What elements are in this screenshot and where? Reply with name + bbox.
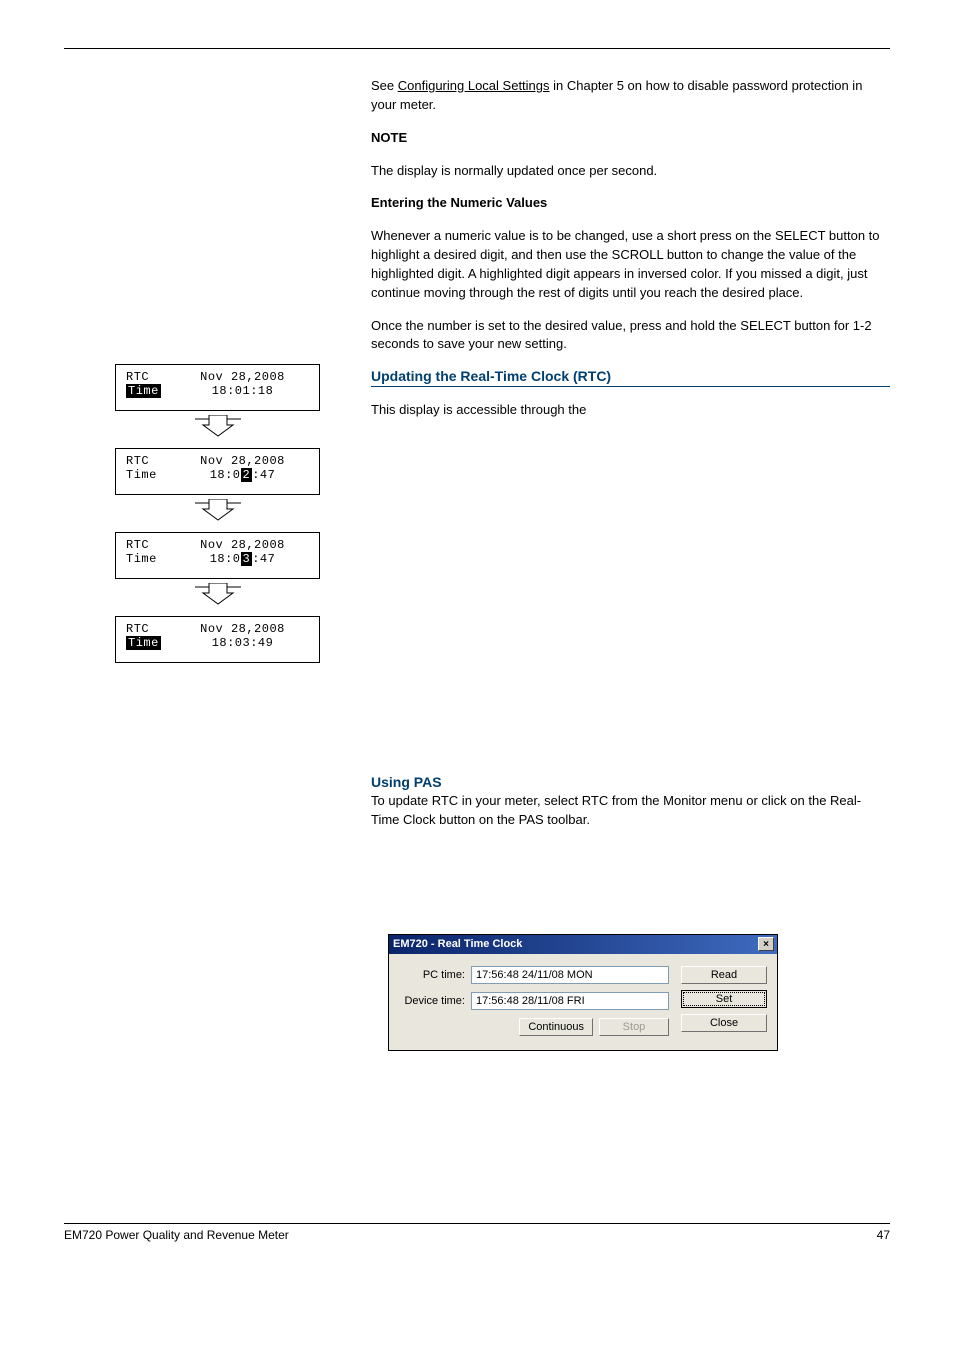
entering-title: Entering the Numeric Values	[371, 194, 890, 213]
entering-last: Once the number is set to the desired va…	[371, 317, 890, 355]
footer-page: 47	[877, 1228, 890, 1242]
close-icon[interactable]: ×	[758, 937, 774, 951]
rtc-line1: This display is accessible through the	[371, 401, 890, 420]
dialog-titlebar: EM720 - Real Time Clock ×	[389, 935, 777, 954]
device-time-label: Device time:	[399, 995, 471, 1007]
rtc-heading: Updating the Real-Time Clock (RTC)	[371, 368, 890, 384]
lcd-4: RTCNov 28,2008 Time18:03:49	[115, 616, 320, 663]
close-button[interactable]: Close	[681, 1014, 767, 1032]
pas-heading: Using PAS	[371, 774, 883, 790]
arrow-2	[115, 495, 320, 532]
device-time-value: 17:56:48 28/11/08 FRI	[471, 992, 669, 1010]
paragraph-see-local: See Configuring Local Settings in Chapte…	[371, 77, 890, 115]
note-body: The display is normally updated once per…	[371, 162, 890, 181]
dialog-title: EM720 - Real Time Clock	[393, 938, 758, 950]
arrow-3	[115, 579, 320, 616]
page-rule	[64, 48, 890, 49]
set-button[interactable]: Set	[681, 990, 767, 1008]
pas-body: To update RTC in your meter, select RTC …	[371, 792, 883, 830]
read-button[interactable]: Read	[681, 966, 767, 984]
rtc-heading-rule	[371, 386, 890, 387]
footer-rule	[64, 1223, 890, 1224]
lcd-sequence: RTCNov 28,2008 Time18:01:18 RTCNov 28,20…	[115, 364, 320, 663]
rtc-dialog: EM720 - Real Time Clock × PC time: 17:56…	[388, 934, 778, 1051]
arrow-1	[115, 411, 320, 448]
stop-button[interactable]: Stop	[599, 1018, 669, 1036]
lcd-1: RTCNov 28,2008 Time18:01:18	[115, 364, 320, 411]
lcd-3: RTCNov 28,2008 Time18:03:47	[115, 532, 320, 579]
pc-time-value: 17:56:48 24/11/08 MON	[471, 966, 669, 984]
lcd-2: RTCNov 28,2008 Time18:02:47	[115, 448, 320, 495]
continuous-button[interactable]: Continuous	[519, 1018, 593, 1036]
note-heading: NOTE	[371, 129, 890, 148]
pc-time-label: PC time:	[399, 969, 471, 981]
entering-body: Whenever a numeric value is to be change…	[371, 227, 890, 302]
footer-left: EM720 Power Quality and Revenue Meter	[64, 1228, 289, 1242]
